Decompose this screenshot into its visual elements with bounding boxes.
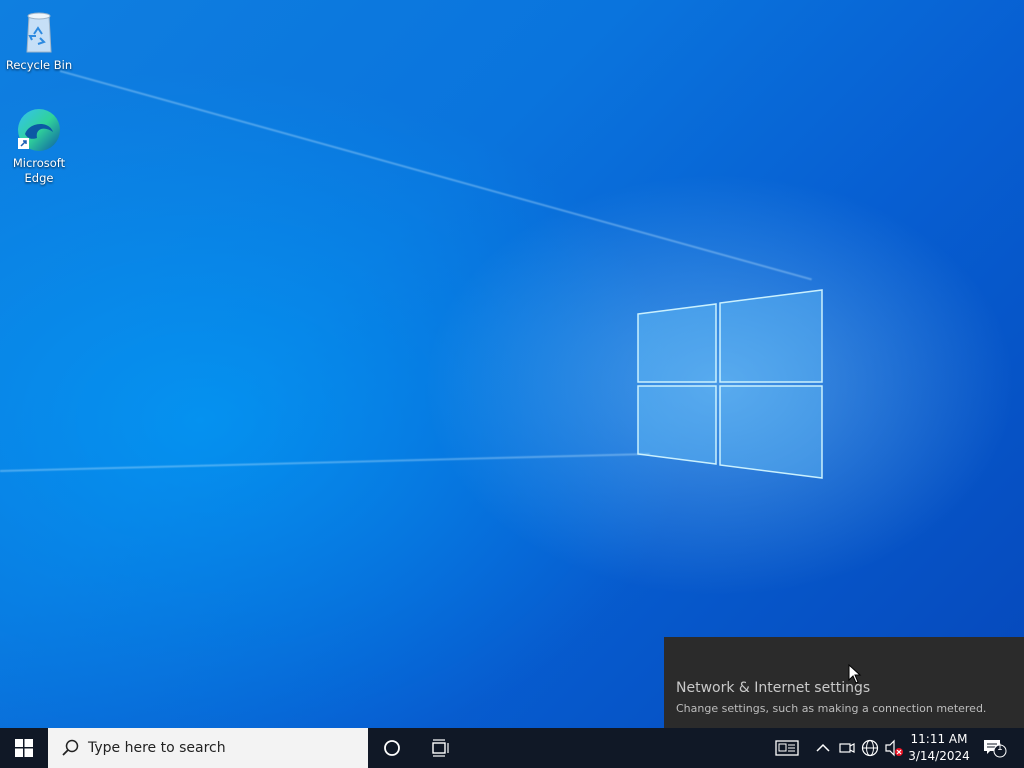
meet-now-button[interactable] [837,738,857,758]
desktop-icon-label: Recycle Bin [5,58,73,72]
network-settings-toast[interactable]: Network & Internet settings Change setti… [664,637,1024,728]
cortana-circle-icon [384,740,400,756]
taskbar-search-box[interactable]: Type here to search [48,728,368,768]
windows-logo-wallpaper [637,289,823,479]
wallpaper-beam [0,452,650,472]
toast-description: Change settings, such as making a connec… [676,702,987,715]
search-icon [62,739,79,756]
news-and-interests-button[interactable] [775,738,799,758]
action-center-button[interactable]: 1 [982,738,1008,758]
desktop-icon-label: Microsoft Edge [12,156,66,185]
meet-now-icon [839,743,855,753]
start-button[interactable] [0,728,48,768]
toast-title: Network & Internet settings [676,680,871,696]
taskbar-clock[interactable]: 11:11 AM 3/14/2024 [904,731,974,765]
search-placeholder: Type here to search [88,740,226,756]
desktop-icon-microsoft-edge[interactable]: Microsoft Edge [1,106,77,186]
network-tray-button[interactable] [860,738,880,758]
desktop: Recycle Bin Microsoft Edge Network & Int… [0,0,1024,728]
news-icon [775,740,799,756]
show-hidden-icons-button[interactable] [813,738,833,758]
edge-icon [15,106,63,154]
wallpaper-beam [59,70,812,281]
task-view-button[interactable] [416,728,464,768]
clock-date: 3/14/2024 [908,749,970,763]
taskbar: Type here to search 11:11 AM 3/14/2024 1 [0,728,1024,768]
task-view-icon [432,739,449,757]
cortana-button[interactable] [368,728,416,768]
notification-badge: 1 [997,743,1003,753]
volume-tray-button[interactable] [884,738,904,758]
desktop-icon-recycle-bin[interactable]: Recycle Bin [1,8,77,73]
recycle-bin-icon [15,8,63,56]
chevron-up-icon [816,743,830,752]
mouse-cursor-icon [848,664,862,684]
clock-time: 11:11 AM [910,732,968,746]
windows-start-icon [15,739,33,757]
volume-muted-icon [885,739,903,757]
globe-network-icon [861,739,879,757]
notification-icon [984,740,1007,758]
